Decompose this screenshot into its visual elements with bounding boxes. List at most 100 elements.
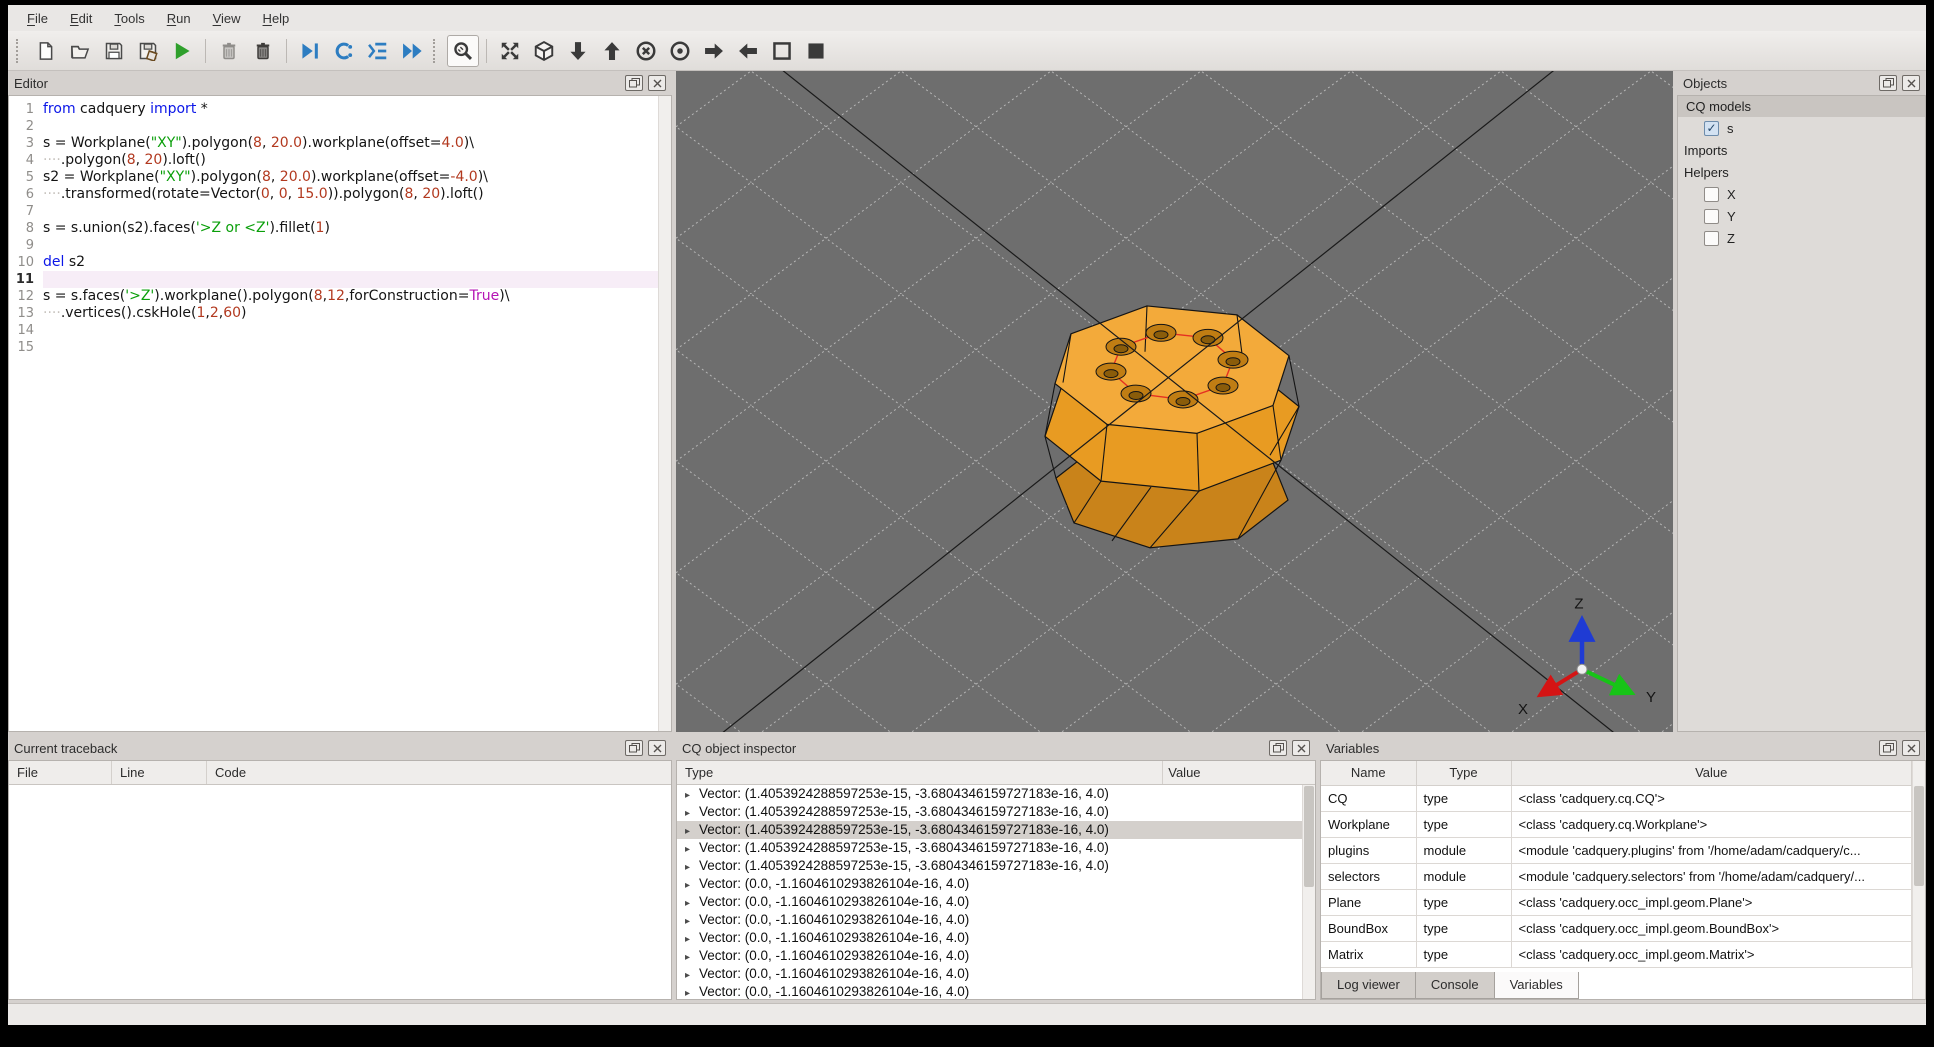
inspector-row[interactable]: ▸ Vector: (1.4053924288597253e-15, -3.680… <box>677 785 1302 803</box>
variable-row[interactable]: Plane type <class 'cadquery.occ_impl.geom.… <box>1321 888 1912 916</box>
code-editor[interactable]: 1 from cadquery import * 2 3 s = Workplane("… <box>8 95 672 732</box>
cq-models-group[interactable]: CQ models <box>1678 96 1925 117</box>
expand-arrow-icon[interactable]: ▸ <box>685 985 699 999</box>
bottom-view-button[interactable] <box>596 35 628 67</box>
toolbar-drag-handle[interactable] <box>433 38 438 63</box>
traceback-column-line[interactable]: Line <box>112 761 207 784</box>
code-line[interactable]: 2 <box>9 118 671 135</box>
wireframe-button[interactable] <box>766 35 798 67</box>
cad-model[interactable] <box>1044 305 1300 549</box>
code-line[interactable]: 1 from cadquery import * <box>9 101 671 118</box>
variable-row[interactable]: Workplane type <class 'cadquery.cq.Workpla… <box>1321 810 1912 838</box>
code-line[interactable]: 9 <box>9 237 671 254</box>
iso-view-button[interactable] <box>528 35 560 67</box>
model-checkbox[interactable]: ✓ <box>1704 120 1719 136</box>
traceback-float-button[interactable] <box>625 740 643 756</box>
variables-column-name[interactable]: Name <box>1321 761 1417 786</box>
menu-help[interactable]: Help <box>252 7 301 30</box>
inspector-row[interactable]: ▸ Vector: (0.0, -1.1604610293826104e-16, … <box>677 893 1302 911</box>
back-view-button[interactable] <box>664 35 696 67</box>
code-line[interactable]: 14 <box>9 322 671 339</box>
inspector-row[interactable]: ▸ Vector: (0.0, -1.1604610293826104e-16, … <box>677 983 1302 999</box>
code-line[interactable]: 15 <box>9 339 671 356</box>
objects-float-button[interactable] <box>1879 75 1897 91</box>
objects-close-button[interactable] <box>1902 75 1920 91</box>
code-line[interactable]: 6 ····.transformed(rotate=Vector(0, 0, 15… <box>9 186 671 203</box>
menu-run[interactable]: Run <box>156 7 202 30</box>
inspector-row[interactable]: ▸ Vector: (0.0, -1.1604610293826104e-16, … <box>677 965 1302 983</box>
helper-item-x[interactable]: X <box>1678 183 1925 205</box>
inspector-close-button[interactable] <box>1292 740 1310 756</box>
variables-column-type[interactable]: Type <box>1415 761 1512 786</box>
variable-row[interactable]: plugins module <module 'cadquery.plugins' … <box>1321 836 1912 864</box>
variable-row[interactable]: selectors module <module 'cadquery.selecto… <box>1321 862 1912 890</box>
code-line[interactable]: 13 ····.vertices().cskHole(1,2,60) <box>9 305 671 322</box>
tab-log-viewer[interactable]: Log viewer <box>1321 972 1416 999</box>
code-line[interactable]: 10 del s2 <box>9 254 671 271</box>
variables-column-value[interactable]: Value <box>1510 761 1912 786</box>
right-view-button[interactable] <box>732 35 764 67</box>
inspector-row[interactable]: ▸ Vector: (1.4053924288597253e-15, -3.680… <box>677 803 1302 821</box>
3d-viewport[interactable]: Z X Y <box>676 71 1673 732</box>
new-file-button[interactable] <box>30 35 62 67</box>
continue-button[interactable] <box>396 35 428 67</box>
tab-variables[interactable]: Variables <box>1493 972 1579 999</box>
helper-checkbox[interactable] <box>1704 208 1719 224</box>
shaded-button[interactable] <box>800 35 832 67</box>
code-line[interactable]: 8s = s.union(s2).faces('>Z or <Z').fille… <box>9 220 671 237</box>
fit-button[interactable] <box>447 34 479 67</box>
step-into-button[interactable] <box>362 35 394 67</box>
debug-run-button[interactable] <box>294 35 326 67</box>
imports-section[interactable]: Imports <box>1678 139 1925 161</box>
variable-row[interactable]: CQ type <class 'cadquery.cq.CQ'> <box>1321 784 1912 812</box>
traceback-column-code[interactable]: Code <box>207 761 671 784</box>
model-item-s[interactable]: ✓ s <box>1678 117 1925 139</box>
editor-float-button[interactable] <box>625 75 643 91</box>
inspector-row[interactable]: ▸ Vector: (0.0, -1.1604610293826104e-16, … <box>677 929 1302 947</box>
render-button[interactable] <box>166 35 198 67</box>
code-line[interactable]: 7 <box>9 203 671 220</box>
code-line[interactable]: 4 ····.polygon(8, 20).loft() <box>9 152 671 169</box>
toolbar-drag-handle[interactable] <box>16 38 21 63</box>
inspector-row[interactable]: ▸ Vector: (0.0, -1.1604610293826104e-16, … <box>677 911 1302 929</box>
menu-view[interactable]: View <box>202 7 252 30</box>
code-line[interactable]: 5 s2 = Workplane("XY").polygon(8, 20.0).w… <box>9 169 671 186</box>
variables-close-button[interactable] <box>1902 740 1920 756</box>
traceback-column-file[interactable]: File <box>9 761 112 784</box>
menu-tools[interactable]: Tools <box>103 7 155 30</box>
inspector-row[interactable]: ▸ Vector: (0.0, -1.1604610293826104e-16, … <box>677 947 1302 965</box>
inspector-row[interactable]: ▸ Vector: (1.4053924288597253e-15, -3.680… <box>677 821 1302 839</box>
fit-all-button[interactable] <box>494 35 526 67</box>
front-view-button[interactable] <box>630 35 662 67</box>
menu-edit[interactable]: Edit <box>59 7 103 30</box>
helpers-section[interactable]: Helpers <box>1678 161 1925 183</box>
inspector-row[interactable]: ▸ Vector: (0.0, -1.1604610293826104e-16, … <box>677 875 1302 893</box>
left-view-button[interactable] <box>698 35 730 67</box>
editor-scrollbar[interactable] <box>658 96 671 731</box>
inspector-row[interactable]: ▸ Vector: (1.4053924288597253e-15, -3.680… <box>677 839 1302 857</box>
step-over-button[interactable] <box>328 35 360 67</box>
tab-console[interactable]: Console <box>1414 972 1495 999</box>
helper-checkbox[interactable] <box>1704 230 1719 246</box>
editor-close-button[interactable] <box>648 75 666 91</box>
helper-item-y[interactable]: Y <box>1678 205 1925 227</box>
top-view-button[interactable] <box>562 35 594 67</box>
variables-scrollbar[interactable] <box>1912 761 1925 999</box>
code-line[interactable]: 3s = Workplane("XY").polygon(8, 20.0).wo… <box>9 135 671 152</box>
code-line[interactable]: 11 <box>9 271 671 288</box>
inspector-row[interactable]: ▸ Vector: (1.4053924288597253e-15, -3.680… <box>677 857 1302 875</box>
traceback-close-button[interactable] <box>648 740 666 756</box>
code-line[interactable]: 12 s = s.faces('>Z').workplane().polygon(… <box>9 288 671 305</box>
open-file-button[interactable] <box>64 35 96 67</box>
variables-float-button[interactable] <box>1879 740 1897 756</box>
save-button[interactable] <box>98 35 130 67</box>
inspector-float-button[interactable] <box>1269 740 1287 756</box>
delete-button[interactable] <box>247 35 279 67</box>
clear-button[interactable] <box>213 35 245 67</box>
helper-item-z[interactable]: Z <box>1678 227 1925 249</box>
menu-file[interactable]: File <box>16 7 59 30</box>
save-as-button[interactable] <box>132 35 164 67</box>
variable-row[interactable]: Matrix type <class 'cadquery.occ_impl.geom… <box>1321 940 1912 968</box>
helper-checkbox[interactable] <box>1704 186 1719 202</box>
inspector-scrollbar[interactable] <box>1302 785 1315 999</box>
